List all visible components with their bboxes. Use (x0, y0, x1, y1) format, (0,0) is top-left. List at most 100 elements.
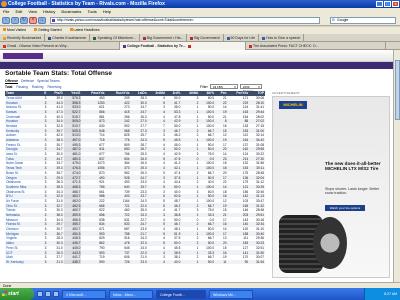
url-text: http://rivals.yahoo.com/ncaa/football/st… (57, 18, 194, 22)
table-cell: 726 (105, 259, 131, 265)
bookmarks-toolbar: Most Visited Getting Started Latest Head… (0, 27, 400, 34)
table-row: W. Kentucky 3 21.3 438.7 590 726 23.3 4 40.0 1 50.… (5, 259, 265, 265)
taskbar-item-windows-media[interactable]: Windows Me... (209, 289, 253, 299)
tab-special-teams[interactable]: Special Teams (37, 79, 60, 84)
menu-edit[interactable]: Edit (15, 8, 22, 15)
site-logo[interactable] (3, 53, 43, 59)
vertical-scrollbar[interactable] (393, 50, 400, 282)
ad-cta-button[interactable]: Watch your tire options (325, 205, 365, 211)
stop-button[interactable]: × (29, 17, 37, 24)
ad-headline: The new does-it-all-better MICHELIN LTX … (325, 161, 381, 172)
tab-label: Big Government (194, 36, 220, 40)
page-title: Sortable Team Stats: Total Offense (5, 70, 113, 77)
window-title: College Football - Statistics by Team - … (8, 1, 165, 7)
tab-label: College Football - Statistics by Te... (127, 44, 186, 48)
forward-button[interactable]: › (11, 17, 19, 24)
tab-misinformation[interactable]: Speaking Of Misinform... (90, 34, 140, 42)
star-icon (3, 36, 6, 40)
tab-offense[interactable]: Offense (5, 79, 19, 84)
filter-select[interactable]: All FBS (209, 84, 238, 89)
quick-launch-media-icon[interactable] (53, 291, 59, 297)
page-icon (142, 36, 146, 40)
bookmark-label: Latest Headlines (73, 28, 100, 32)
menu-history[interactable]: History (43, 8, 55, 15)
subtab-rushing[interactable]: Rushing (32, 85, 44, 89)
windows-taskbar: start 4 Microsoft... Inbox - Micro... Co… (0, 288, 400, 300)
menu-bookmarks[interactable]: Bookmarks (61, 8, 81, 15)
taskbar-item-college-football[interactable]: College Footb... (156, 289, 206, 299)
tab-label: Recently Bookmarked (7, 36, 42, 40)
stat-subcategory-tabs: Total Passing Rushing Receiving (5, 85, 61, 89)
windows-logo-icon (2, 291, 7, 296)
subtab-total[interactable]: Total (5, 85, 12, 89)
window-controls: _ □ × (376, 1, 399, 7)
season-select[interactable]: 2009 Season (239, 84, 262, 93)
site-nav (0, 62, 393, 69)
tab-label: Big Government • His... (146, 36, 184, 40)
rss-icon (69, 28, 73, 31)
michelin-ad[interactable]: MICHELIN The new does-it-all-better MICH… (272, 96, 390, 278)
window-titlebar: College Football - Statistics by Team - … (0, 0, 400, 8)
quick-launch-ie-icon[interactable] (37, 291, 43, 297)
bookmark-latest-headlines[interactable]: Latest Headlines (69, 27, 100, 34)
bookmark-most-visited[interactable]: Most Visited (3, 27, 26, 34)
page-content: Sortable Team Stats: Total Offense Offen… (0, 50, 393, 282)
bookmark-label: Getting Started (38, 28, 62, 32)
table-cell: 438.7 (63, 259, 82, 265)
menu-tools[interactable]: Tools (87, 8, 96, 15)
table-cell: 11 (215, 259, 228, 265)
quick-launch-desktop-icon[interactable] (45, 291, 51, 297)
tab-associated-press[interactable]: The Associated Press: FACT CHECK: O... (246, 42, 386, 50)
taskbar-item-microsoft[interactable]: 4 Microsoft... (62, 289, 106, 299)
tab-strip-top: Recently Bookmarked Charles Krauthammer … (0, 34, 400, 42)
back-button[interactable]: ‹ (2, 17, 10, 24)
site-header (0, 50, 393, 62)
table-cell: 590 (81, 259, 106, 265)
table-cell: 90 (227, 259, 250, 265)
filter-controls: Filter All FBS 2009 Season (200, 84, 262, 93)
quick-launch (37, 291, 59, 297)
ap-icon (249, 44, 252, 48)
start-button[interactable]: start (0, 288, 34, 300)
tab-gmail[interactable]: Gmail - Obama Video Present on Why... (0, 42, 120, 50)
close-button[interactable]: × (392, 1, 399, 7)
page-icon (48, 36, 52, 40)
menu-bar: File Edit View History Bookmarks Tools H… (0, 8, 400, 15)
system-tray-clock: 8:27 AM (364, 288, 400, 300)
team-link[interactable]: W. Kentucky (5, 259, 41, 265)
tab-label: How to Give a speech (266, 36, 301, 40)
stat-category-tabs: Offense Defense Special Teams (5, 79, 60, 84)
tab-defense[interactable]: Defense (21, 79, 34, 84)
search-box[interactable]: G Google (330, 17, 396, 24)
taskbar-item-inbox[interactable]: Inbox - Micro... (109, 289, 153, 299)
ad-label: ADVERTISEMENT (272, 91, 301, 95)
menu-file[interactable]: File (3, 8, 9, 15)
tab-label: Charles Krauthammer (52, 36, 87, 40)
tab-speech[interactable]: How to Give a speech (259, 34, 305, 42)
tab-90-days[interactable]: 90 Days for Life (224, 34, 260, 42)
tab-big-government-his[interactable]: Big Government • His... (140, 34, 188, 42)
reload-button[interactable]: ↻ (20, 17, 28, 24)
menu-view[interactable]: View (28, 8, 37, 15)
subtab-passing[interactable]: Passing (16, 85, 27, 89)
scrollbar-thumb[interactable] (395, 60, 400, 120)
close-tab-icon[interactable] (187, 44, 191, 48)
subtab-receiving[interactable]: Receiving (47, 85, 61, 89)
tab-label: 90 Days for Life (230, 36, 256, 40)
maximize-button[interactable]: □ (384, 1, 391, 7)
search-engine-label: Google (337, 18, 349, 22)
tab-krauthammer[interactable]: Charles Krauthammer (45, 34, 91, 42)
table-cell: 21.3 (47, 259, 64, 265)
menu-help[interactable]: Help (103, 8, 111, 15)
table-cell: 3 (40, 259, 48, 265)
tab-recently-bookmarked[interactable]: Recently Bookmarked (0, 34, 46, 42)
minimize-button[interactable]: _ (376, 1, 383, 7)
tab-big-government[interactable]: Big Government (187, 34, 224, 42)
gmail-icon (3, 44, 6, 48)
tab-college-football[interactable]: College Football - Statistics by Te... (120, 42, 246, 50)
tire-sidewall-image (313, 217, 347, 269)
bookmark-getting-started[interactable]: Getting Started (34, 27, 62, 34)
team-stats-table: Team G Pts/G Yds/G PassYds RushYds 1stDn 3rdMd 3… (5, 91, 265, 265)
url-bar[interactable]: http://rivals.yahoo.com/ncaa/football/st… (50, 17, 320, 24)
home-button[interactable]: ⌂ (38, 17, 46, 24)
